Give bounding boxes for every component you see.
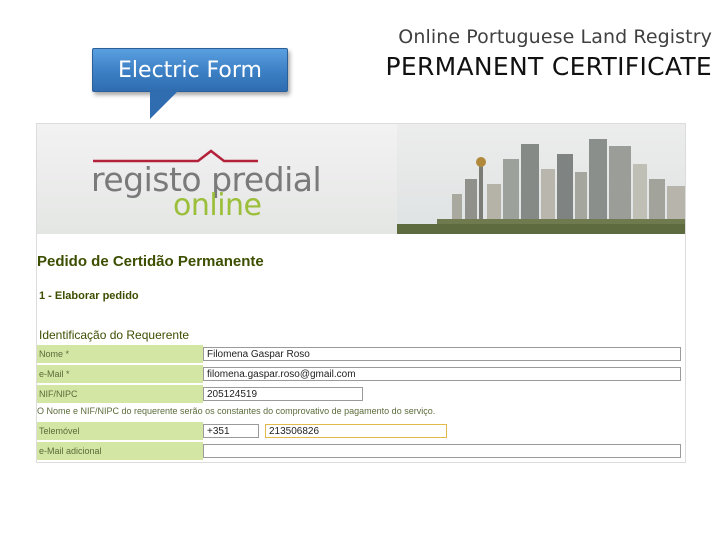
screenshot-panel: registo predial online Pedido de Certidã… bbox=[36, 123, 686, 463]
name-label: Nome * bbox=[37, 345, 203, 363]
email-input[interactable]: filomena.gaspar.roso@gmail.com bbox=[203, 367, 681, 381]
slide-subtitle: Online Portuguese Land Registry bbox=[398, 26, 712, 48]
callout-box: Electric Form bbox=[92, 48, 288, 92]
nif-input[interactable]: 205124519 bbox=[203, 387, 363, 401]
nif-label: NIF/NIPC bbox=[37, 385, 203, 403]
email-row: e-Mail * filomena.gaspar.roso@gmail.com bbox=[37, 365, 685, 383]
email-label: e-Mail * bbox=[37, 365, 203, 383]
slide-title: PERMANENT CERTIFICATE bbox=[385, 52, 712, 81]
name-row: Nome * Filomena Gaspar Roso bbox=[37, 345, 685, 363]
site-banner: registo predial online bbox=[37, 124, 685, 234]
phone-code-input[interactable]: +351 bbox=[203, 424, 259, 438]
city-skyline-image bbox=[397, 124, 685, 234]
phone-row: Telemóvel +351 213506826 bbox=[37, 422, 685, 440]
phone-number-input[interactable]: 213506826 bbox=[265, 424, 447, 438]
name-input[interactable]: Filomena Gaspar Roso bbox=[203, 347, 681, 361]
section-heading: Identificação do Requerente bbox=[39, 328, 190, 342]
callout-pointer bbox=[150, 89, 180, 119]
additional-email-label: e-Mail adicional bbox=[37, 442, 203, 460]
nif-row: NIF/NIPC 205124519 bbox=[37, 385, 685, 403]
nif-notice: O Nome e NIF/NIPC do requerente serão os… bbox=[37, 406, 436, 416]
page-heading: Pedido de Certidão Permanente bbox=[37, 253, 264, 270]
logo-text-online: online bbox=[173, 188, 262, 223]
callout-label: Electric Form bbox=[118, 58, 262, 83]
additional-email-input[interactable] bbox=[203, 444, 681, 458]
additional-email-row: e-Mail adicional bbox=[37, 442, 685, 460]
phone-label: Telemóvel bbox=[37, 422, 203, 440]
step-heading: 1 - Elaborar pedido bbox=[39, 290, 139, 302]
